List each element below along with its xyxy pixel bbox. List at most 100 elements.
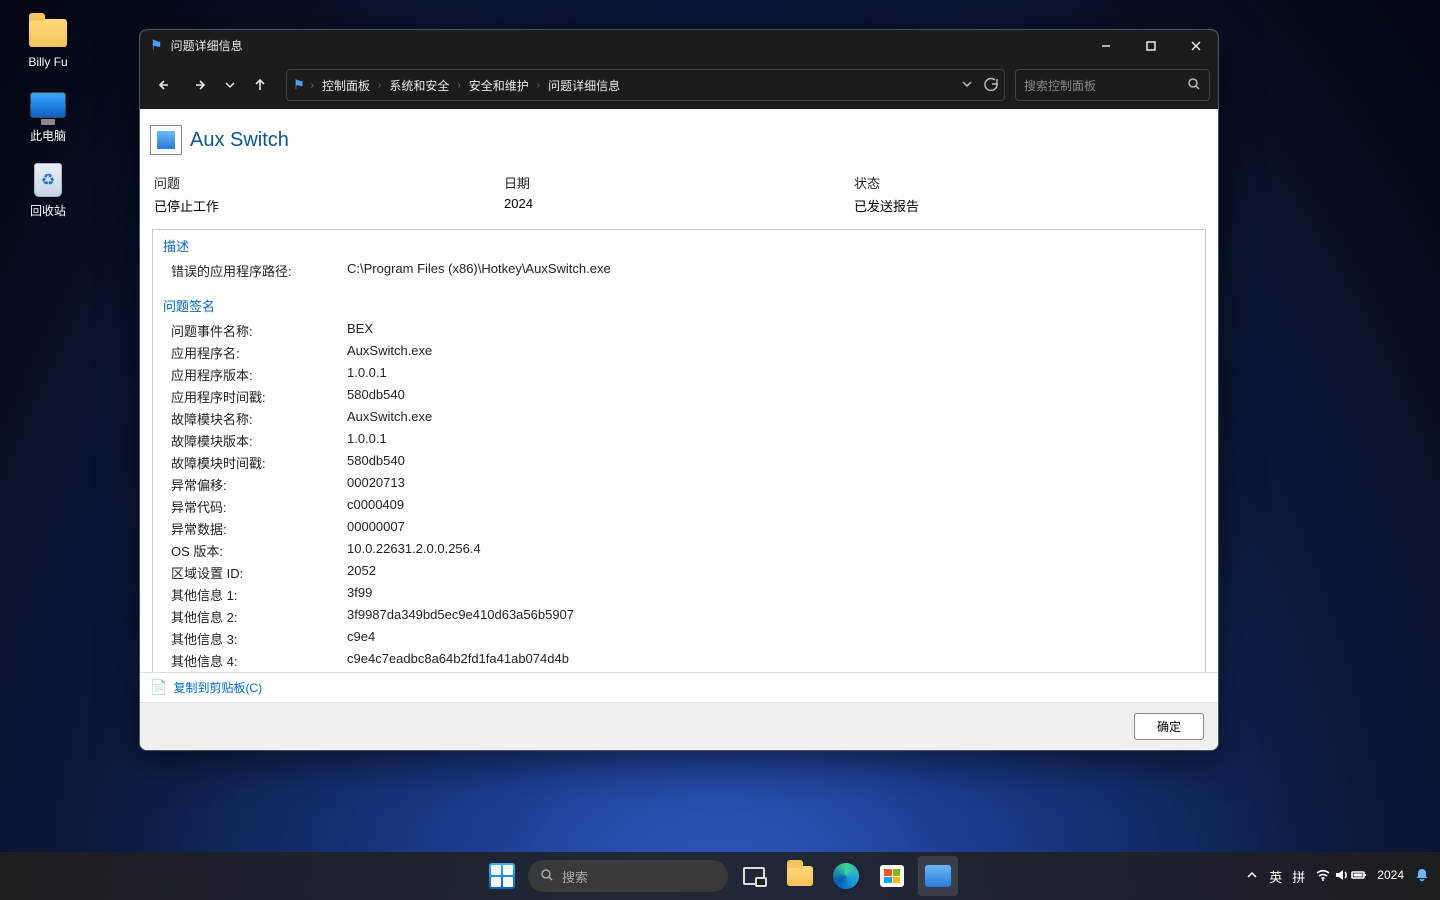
- signature-row: 故障模块时间戳:580db540: [163, 453, 1195, 472]
- search-input[interactable]: 搜索控制面板: [1015, 69, 1210, 101]
- task-view-button[interactable]: [734, 856, 774, 896]
- breadcrumb-control-panel[interactable]: 控制面板: [320, 75, 372, 96]
- taskbar: 搜索 英 拼 2024: [0, 852, 1440, 900]
- up-button[interactable]: [244, 69, 276, 101]
- signature-value: 3f9987da349bd5ec9e410d63a56b5907: [347, 607, 574, 626]
- clock-text: 2024: [1377, 869, 1404, 882]
- refresh-icon: [984, 77, 998, 91]
- signature-value: 00020713: [347, 475, 405, 494]
- signature-row: 故障模块版本:1.0.0.1: [163, 431, 1195, 450]
- minimize-icon: [1099, 39, 1113, 53]
- search-icon: [540, 868, 554, 885]
- desktop-user-folder[interactable]: Billy Fu: [8, 15, 88, 69]
- minimize-button[interactable]: [1083, 30, 1128, 61]
- tray-chevron-button[interactable]: [1245, 868, 1259, 885]
- back-button[interactable]: [148, 69, 180, 101]
- signature-value: 3f99: [347, 585, 372, 604]
- control-panel-icon: [925, 865, 951, 887]
- signature-value: 2052: [347, 563, 376, 582]
- summary-row: 问题 已停止工作 日期 2024 状态 已发送报告: [150, 167, 1208, 229]
- arrow-left-icon: [156, 77, 172, 93]
- ime-mode[interactable]: 拼: [1292, 867, 1305, 886]
- taskbar-explorer[interactable]: [780, 856, 820, 896]
- signature-row: 故障模块名称:AuxSwitch.exe: [163, 409, 1195, 428]
- app-header: Aux Switch: [150, 119, 1208, 167]
- address-dropdown-button[interactable]: [960, 77, 974, 94]
- signature-key: 其他信息 1:: [171, 585, 347, 604]
- arrow-up-icon: [252, 77, 268, 93]
- signature-key: 应用程序名:: [171, 343, 347, 362]
- signature-value: AuxSwitch.exe: [347, 343, 432, 362]
- signature-key: OS 版本:: [171, 541, 347, 560]
- wifi-icon: [1315, 867, 1331, 886]
- summary-value: 已发送报告: [854, 196, 1204, 215]
- signature-key: 其他信息 4:: [171, 651, 347, 670]
- signature-key: 异常数据:: [171, 519, 347, 538]
- taskbar-clock[interactable]: 2024: [1377, 869, 1404, 882]
- ok-button[interactable]: 确定: [1134, 713, 1204, 740]
- copy-to-clipboard-link[interactable]: 复制到剪贴板(C): [173, 679, 262, 696]
- description-title: 描述: [163, 236, 1195, 255]
- taskbar-center: 搜索: [482, 856, 958, 896]
- chevron-down-icon: [223, 78, 237, 92]
- breadcrumb-system-security[interactable]: 系统和安全: [387, 75, 451, 96]
- content-area: Aux Switch 问题 已停止工作 日期 2024 状态 已发送报告 描述 …: [140, 109, 1218, 672]
- battery-icon: [1351, 867, 1367, 886]
- chevron-right-icon: ›: [457, 80, 460, 91]
- signature-row: 应用程序名:AuxSwitch.exe: [163, 343, 1195, 362]
- start-button[interactable]: [482, 856, 522, 896]
- desktop-recycle-bin[interactable]: ♻ 回收站: [8, 162, 88, 219]
- titlebar[interactable]: ⚑ 问题详细信息: [140, 30, 1218, 61]
- app-title: Aux Switch: [190, 129, 289, 152]
- window-title: 问题详细信息: [171, 37, 243, 54]
- forward-button[interactable]: [184, 69, 216, 101]
- summary-value: 2024: [504, 196, 854, 211]
- search-placeholder: 搜索控制面板: [1024, 77, 1096, 94]
- path-value: C:\Program Files (x86)\Hotkey\AuxSwitch.…: [347, 261, 611, 280]
- signature-key: 应用程序版本:: [171, 365, 347, 384]
- signature-row: 其他信息 2:3f9987da349bd5ec9e410d63a56b5907: [163, 607, 1195, 626]
- search-icon: [1187, 77, 1201, 94]
- desktop-icon-label: 回收站: [30, 202, 66, 219]
- taskbar-control-panel[interactable]: [918, 856, 958, 896]
- taskbar-edge[interactable]: [826, 856, 866, 896]
- signature-key: 故障模块时间戳:: [171, 453, 347, 472]
- summary-header: 日期: [504, 173, 854, 192]
- ime-language[interactable]: 英: [1269, 867, 1282, 886]
- signature-title: 问题签名: [163, 296, 1195, 315]
- task-view-icon: [743, 867, 765, 885]
- signature-row: OS 版本:10.0.22631.2.0.0.256.4: [163, 541, 1195, 560]
- maximize-button[interactable]: [1128, 30, 1173, 61]
- bell-icon: [1414, 867, 1430, 883]
- recent-locations-button[interactable]: [220, 69, 240, 101]
- signature-key: 其他信息 3:: [171, 629, 347, 648]
- address-bar[interactable]: ⚑ › 控制面板 › 系统和安全 › 安全和维护 › 问题详细信息: [286, 69, 1005, 101]
- breadcrumb-security-maintenance[interactable]: 安全和维护: [467, 75, 531, 96]
- application-icon: [150, 125, 182, 155]
- close-button[interactable]: [1173, 30, 1218, 61]
- signature-value: c9e4: [347, 629, 375, 648]
- refresh-button[interactable]: [984, 77, 998, 94]
- summary-status: 状态 已发送报告: [854, 173, 1204, 215]
- signature-value: AuxSwitch.exe: [347, 409, 432, 428]
- signature-key: 其他信息 2:: [171, 607, 347, 626]
- signature-row: 异常数据:00000007: [163, 519, 1195, 538]
- taskbar-store[interactable]: [872, 856, 912, 896]
- notifications-button[interactable]: [1414, 867, 1430, 886]
- signature-key: 故障模块版本:: [171, 431, 347, 450]
- signature-list: 问题事件名称:BEX应用程序名:AuxSwitch.exe应用程序版本:1.0.…: [163, 321, 1195, 670]
- folder-icon: [787, 866, 813, 886]
- summary-header: 问题: [154, 173, 504, 192]
- system-tray[interactable]: [1315, 867, 1367, 886]
- desktop-icon-label: 此电脑: [30, 127, 66, 144]
- recycle-bin-icon: ♻: [28, 162, 68, 198]
- arrow-right-icon: [192, 77, 208, 93]
- problem-details-window: ⚑ 问题详细信息 ⚑ › 控制面板: [139, 29, 1219, 751]
- breadcrumb-problem-details[interactable]: 问题详细信息: [546, 75, 622, 96]
- footer: 确定: [140, 702, 1218, 750]
- signature-row: 其他信息 3:c9e4: [163, 629, 1195, 648]
- desktop-this-pc[interactable]: 此电脑: [8, 87, 88, 144]
- taskbar-search[interactable]: 搜索: [528, 860, 728, 892]
- summary-problem: 问题 已停止工作: [154, 173, 504, 215]
- chevron-right-icon: ›: [537, 80, 540, 91]
